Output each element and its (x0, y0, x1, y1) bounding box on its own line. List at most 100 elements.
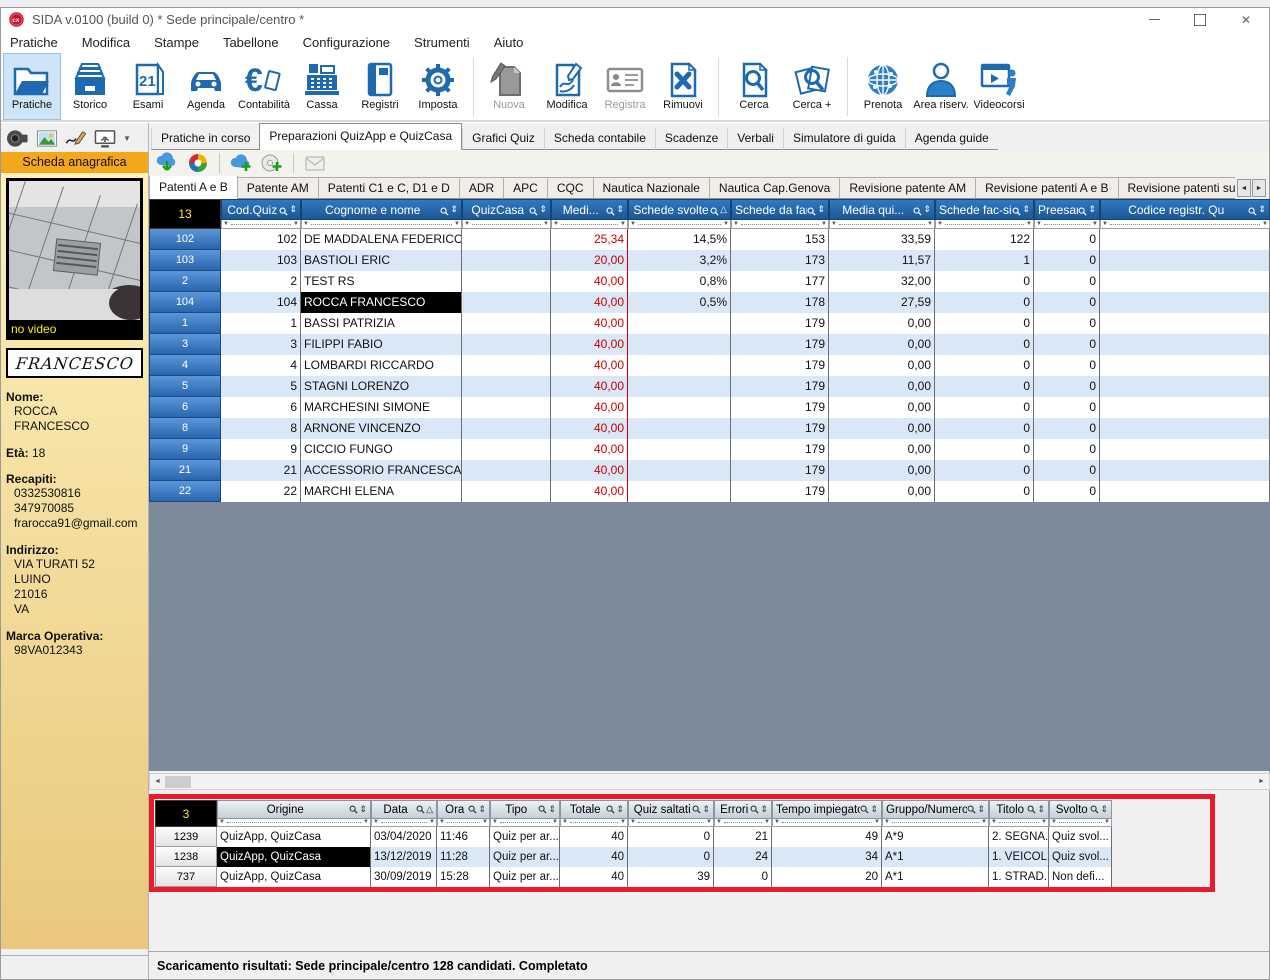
column-header-cod-quiz[interactable]: Cod.Quiz⇕ (221, 199, 301, 220)
column-filter[interactable]: ▼▼ (1049, 819, 1112, 827)
cell-cognome-e-nome[interactable]: MARCHI ELENA (301, 481, 462, 502)
cell-schede-da-fare[interactable]: 153 (731, 229, 829, 250)
row-header-button[interactable]: 1239 (155, 827, 217, 847)
cell-schede-da-fare[interactable]: 173 (731, 250, 829, 271)
cell-totale[interactable]: 40 (560, 867, 628, 887)
tabs-scroll-right-icon[interactable]: ► (1252, 179, 1266, 197)
license-tab-nautica-cap-genova[interactable]: Nautica Cap.Genova (710, 177, 840, 199)
cell-cod-quiz[interactable]: 5 (221, 376, 301, 397)
cell-ora[interactable]: 15:28 (437, 867, 490, 887)
cell-schede-fac-simili[interactable]: 0 (935, 376, 1034, 397)
tab-preparazioni-quizapp-e-quizcasa[interactable]: Preparazioni QuizApp e QuizCasa (259, 123, 462, 150)
cell-codice-registr-qu[interactable] (1100, 460, 1270, 481)
cell-cognome-e-nome[interactable]: FILIPPI FABIO (301, 334, 462, 355)
disc-add-icon[interactable] (260, 152, 284, 174)
column-header-cognome-e-nome[interactable]: Cognome e nome⇕ (301, 199, 462, 220)
cell-schede-svolte[interactable] (628, 313, 731, 334)
cell-codice-registr-qu[interactable] (1100, 271, 1270, 292)
cell-tempo-impiegato[interactable]: 49 (772, 827, 882, 847)
cell-medi[interactable]: 40,00 (551, 292, 628, 313)
menu-item-tabellone[interactable]: Tabellone (223, 35, 279, 50)
row-header-button[interactable]: 9 (149, 439, 221, 460)
cell-cod-quiz[interactable]: 6 (221, 397, 301, 418)
column-filter[interactable]: ▼▼ (989, 819, 1049, 827)
table-row[interactable]: 737QuizApp, QuizCasa30/09/201915:28Quiz … (155, 867, 1210, 887)
cell-schede-fac-simili[interactable]: 0 (935, 460, 1034, 481)
cloud-download-icon[interactable] (155, 152, 179, 174)
cell-cognome-e-nome[interactable]: BASSI PATRIZIA (301, 313, 462, 334)
tab-grafici-quiz[interactable]: Grafici Quiz (462, 128, 544, 150)
row-header-button[interactable]: 104 (149, 292, 221, 313)
column-filter[interactable]: ▼▼ (882, 819, 989, 827)
tab-agenda-guide[interactable]: Agenda guide (905, 128, 998, 150)
cell-schede-svolte[interactable]: 3,2% (628, 250, 731, 271)
cell-schede-da-fare[interactable]: 179 (731, 397, 829, 418)
cell-codice-registr-qu[interactable] (1100, 397, 1270, 418)
menu-item-pratiche[interactable]: Pratiche (10, 35, 58, 50)
cell-quizcasa[interactable] (462, 397, 551, 418)
cell-quizcasa[interactable] (462, 481, 551, 502)
cell-quizcasa[interactable] (462, 271, 551, 292)
cell-preesami[interactable]: 0 (1034, 355, 1100, 376)
row-header-button[interactable]: 3 (149, 334, 221, 355)
license-tab-revisione-patenti-a-e-b[interactable]: Revisione patenti A e B (976, 177, 1118, 199)
column-header-svolto[interactable]: Svolto⇕ (1049, 800, 1112, 819)
row-header-button[interactable]: 103 (149, 250, 221, 271)
cell-data[interactable]: 30/09/2019 (371, 867, 437, 887)
cell-schede-da-fare[interactable]: 179 (731, 481, 829, 502)
cell-titolo[interactable]: 2. SEGNA... (989, 827, 1049, 847)
cell-tipo[interactable]: Quiz per ar... (490, 867, 560, 887)
cell-media-qui[interactable]: 0,00 (829, 313, 935, 334)
table-row[interactable]: 99CICCIO FUNGO40,001790,0000 (149, 439, 1270, 460)
cell-gruppo-numero[interactable]: A*9 (882, 827, 989, 847)
column-filter[interactable]: ▼▼ (437, 819, 490, 827)
column-header-gruppo-numero[interactable]: Gruppo/Numero⇕ (882, 800, 989, 819)
cell-quizcasa[interactable] (462, 376, 551, 397)
cell-cognome-e-nome[interactable]: ARNONE VINCENZO (301, 418, 462, 439)
cell-schede-fac-simili[interactable]: 0 (935, 292, 1034, 313)
horizontal-scrollbar[interactable]: ◄ ► (149, 773, 1270, 790)
table-row[interactable]: 22TEST RS40,000,8%17732,0000 (149, 271, 1270, 292)
cell-quizcasa[interactable] (462, 439, 551, 460)
cell-tempo-impiegato[interactable]: 20 (772, 867, 882, 887)
column-header-errori[interactable]: Errori⇕ (714, 800, 772, 819)
column-filter[interactable]: ▼▼ (221, 220, 301, 229)
column-header-quizcasa[interactable]: QuizCasa⇕ (462, 199, 551, 220)
cell-cod-quiz[interactable]: 2 (221, 271, 301, 292)
table-row[interactable]: 33FILIPPI FABIO40,001790,0000 (149, 334, 1270, 355)
cell-quizcasa[interactable] (462, 355, 551, 376)
cell-tempo-impiegato[interactable]: 34 (772, 847, 882, 867)
column-header-data[interactable]: Data△ (371, 800, 437, 819)
cell-data[interactable]: 03/04/2020 (371, 827, 437, 847)
row-header-button[interactable]: 737 (155, 867, 217, 887)
cell-schede-da-fare[interactable]: 177 (731, 271, 829, 292)
cell-schede-da-fare[interactable]: 179 (731, 439, 829, 460)
cell-schede-da-fare[interactable]: 179 (731, 355, 829, 376)
cell-quiz-saltati[interactable]: 39 (628, 867, 714, 887)
cell-schede-fac-simili[interactable]: 0 (935, 271, 1034, 292)
cassa-button[interactable]: Cassa (293, 53, 351, 120)
row-header-button[interactable]: 8 (149, 418, 221, 439)
cell-origine[interactable]: QuizApp, QuizCasa (217, 867, 371, 887)
tabs-scroll-left-icon[interactable]: ◄ (1237, 179, 1251, 197)
prenota-button[interactable]: Prenota (854, 53, 912, 120)
cell-codice-registr-qu[interactable] (1100, 229, 1270, 250)
cell-media-qui[interactable]: 0,00 (829, 334, 935, 355)
cell-tipo[interactable]: Quiz per ar... (490, 827, 560, 847)
cell-medi[interactable]: 25,34 (551, 229, 628, 250)
cell-preesami[interactable]: 0 (1034, 418, 1100, 439)
license-tab-patenti-c1-e-c-d1-e-d[interactable]: Patenti C1 e C, D1 e D (319, 177, 460, 199)
cell-schede-svolte[interactable] (628, 334, 731, 355)
column-header-preesami[interactable]: Preesami⇕ (1034, 199, 1100, 220)
cell-codice-registr-qu[interactable] (1100, 481, 1270, 502)
cell-cod-quiz[interactable]: 21 (221, 460, 301, 481)
cell-quizcasa[interactable] (462, 334, 551, 355)
cell-titolo[interactable]: 1. VEICOL... (989, 847, 1049, 867)
cell-schede-fac-simili[interactable]: 0 (935, 334, 1034, 355)
minimize-icon[interactable] (1131, 8, 1177, 31)
videocorsi-button[interactable]: Videocorsi (970, 53, 1028, 120)
cell-preesami[interactable]: 0 (1034, 376, 1100, 397)
cell-errori[interactable]: 0 (714, 867, 772, 887)
imposta-button[interactable]: Imposta (409, 53, 467, 120)
tab-scheda-contabile[interactable]: Scheda contabile (544, 128, 655, 150)
